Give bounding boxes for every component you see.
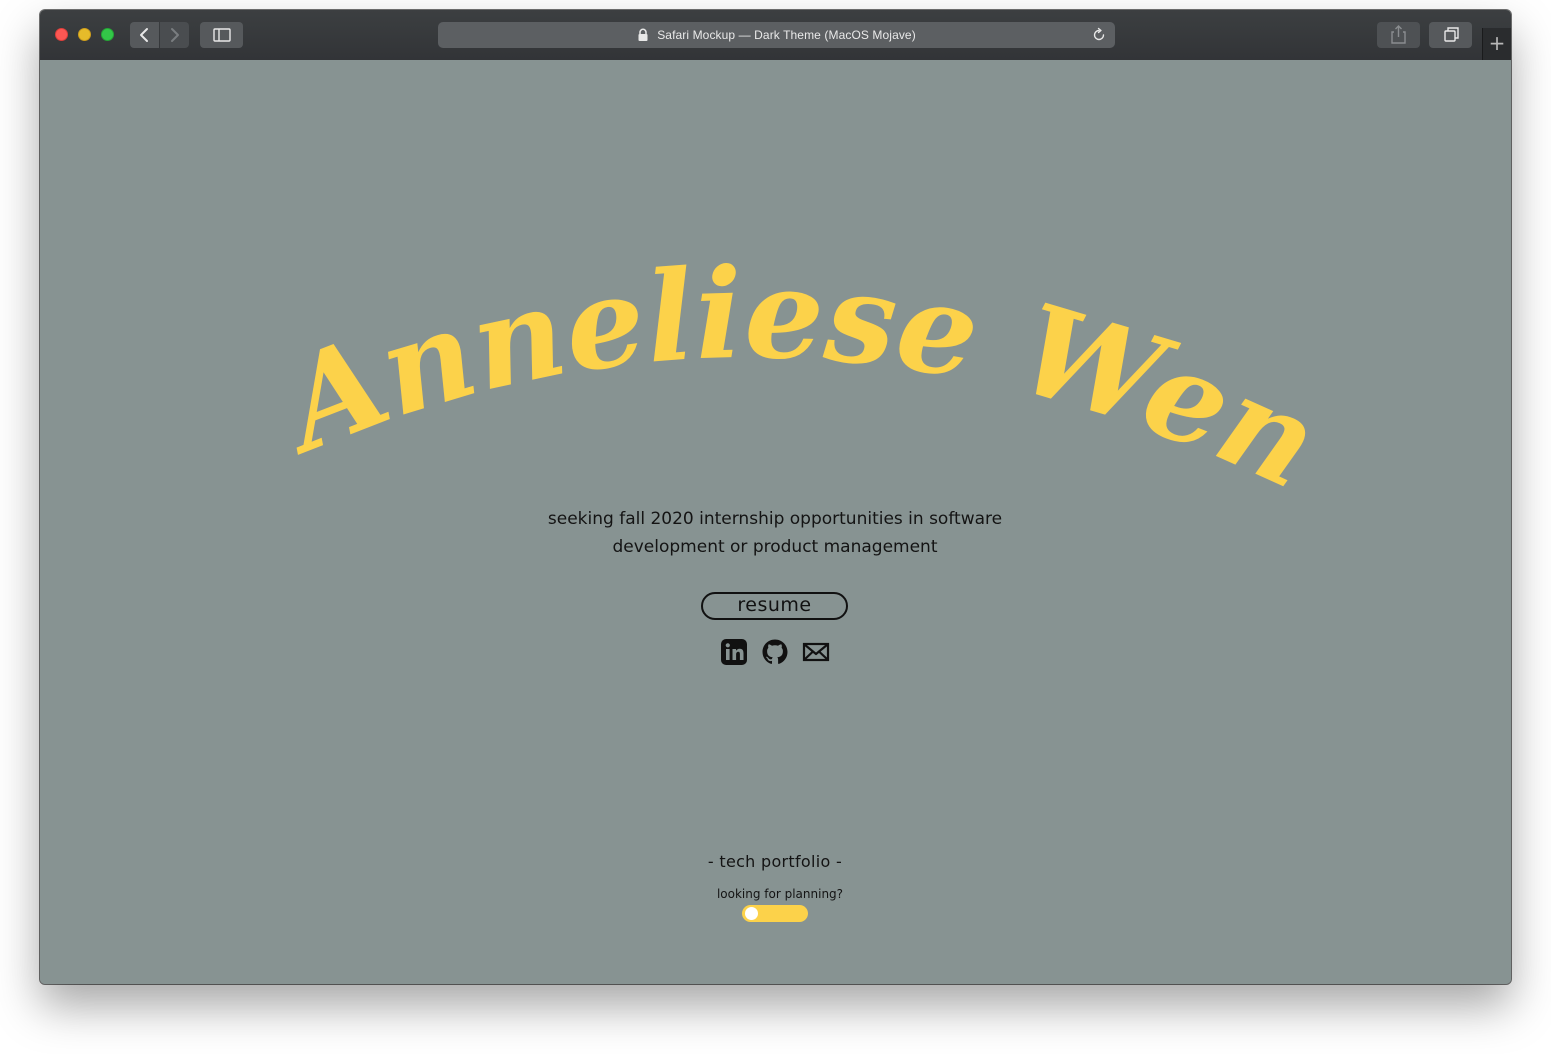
zoom-window-button[interactable] <box>101 28 114 41</box>
browser-window: Safari Mockup — Dark Theme (MacOS Mojave… <box>40 10 1511 984</box>
sidebar-button[interactable] <box>200 22 243 48</box>
show-tabs-button[interactable] <box>1429 22 1472 48</box>
page-content: Anneliese Wen seeking fall 2020 internsh… <box>40 60 1511 984</box>
tabs-icon <box>1444 27 1459 42</box>
share-icon <box>1391 25 1406 44</box>
linkedin-icon[interactable] <box>720 638 748 666</box>
plus-icon: + <box>1488 31 1506 55</box>
hero-name-text: Anneliese Wen <box>256 241 1339 500</box>
address-bar[interactable]: Safari Mockup — Dark Theme (MacOS Mojave… <box>438 22 1115 48</box>
back-icon <box>140 28 148 42</box>
planning-toggle-label: looking for planning? <box>716 887 844 901</box>
minimize-window-button[interactable] <box>78 28 91 41</box>
tagline-line-2: development or product management <box>612 537 938 557</box>
lock-icon <box>638 28 648 41</box>
forward-icon <box>171 28 179 42</box>
resume-button[interactable]: resume <box>701 592 848 620</box>
tagline: seeking fall 2020 internship opportuniti… <box>375 505 1175 561</box>
new-tab-button[interactable]: + <box>1482 28 1511 60</box>
back-button[interactable] <box>130 22 159 48</box>
close-window-button[interactable] <box>55 28 68 41</box>
forward-button[interactable] <box>160 22 189 48</box>
github-icon[interactable] <box>761 638 789 666</box>
hero-name-path: Anneliese Wen <box>256 241 1339 500</box>
email-icon[interactable] <box>802 638 830 666</box>
toggle-knob <box>745 907 758 920</box>
tagline-line-1: seeking fall 2020 internship opportuniti… <box>547 509 1003 529</box>
sidebar-icon <box>213 28 231 42</box>
planning-toggle[interactable] <box>742 905 808 922</box>
browser-toolbar: Safari Mockup — Dark Theme (MacOS Mojave… <box>40 10 1511 61</box>
reload-icon[interactable] <box>1091 27 1107 43</box>
share-button[interactable] <box>1377 22 1420 48</box>
tech-portfolio-label: - tech portfolio - <box>707 852 843 871</box>
hero-name: Anneliese Wen <box>256 241 1339 500</box>
page-title: Safari Mockup — Dark Theme (MacOS Mojave… <box>657 28 916 42</box>
